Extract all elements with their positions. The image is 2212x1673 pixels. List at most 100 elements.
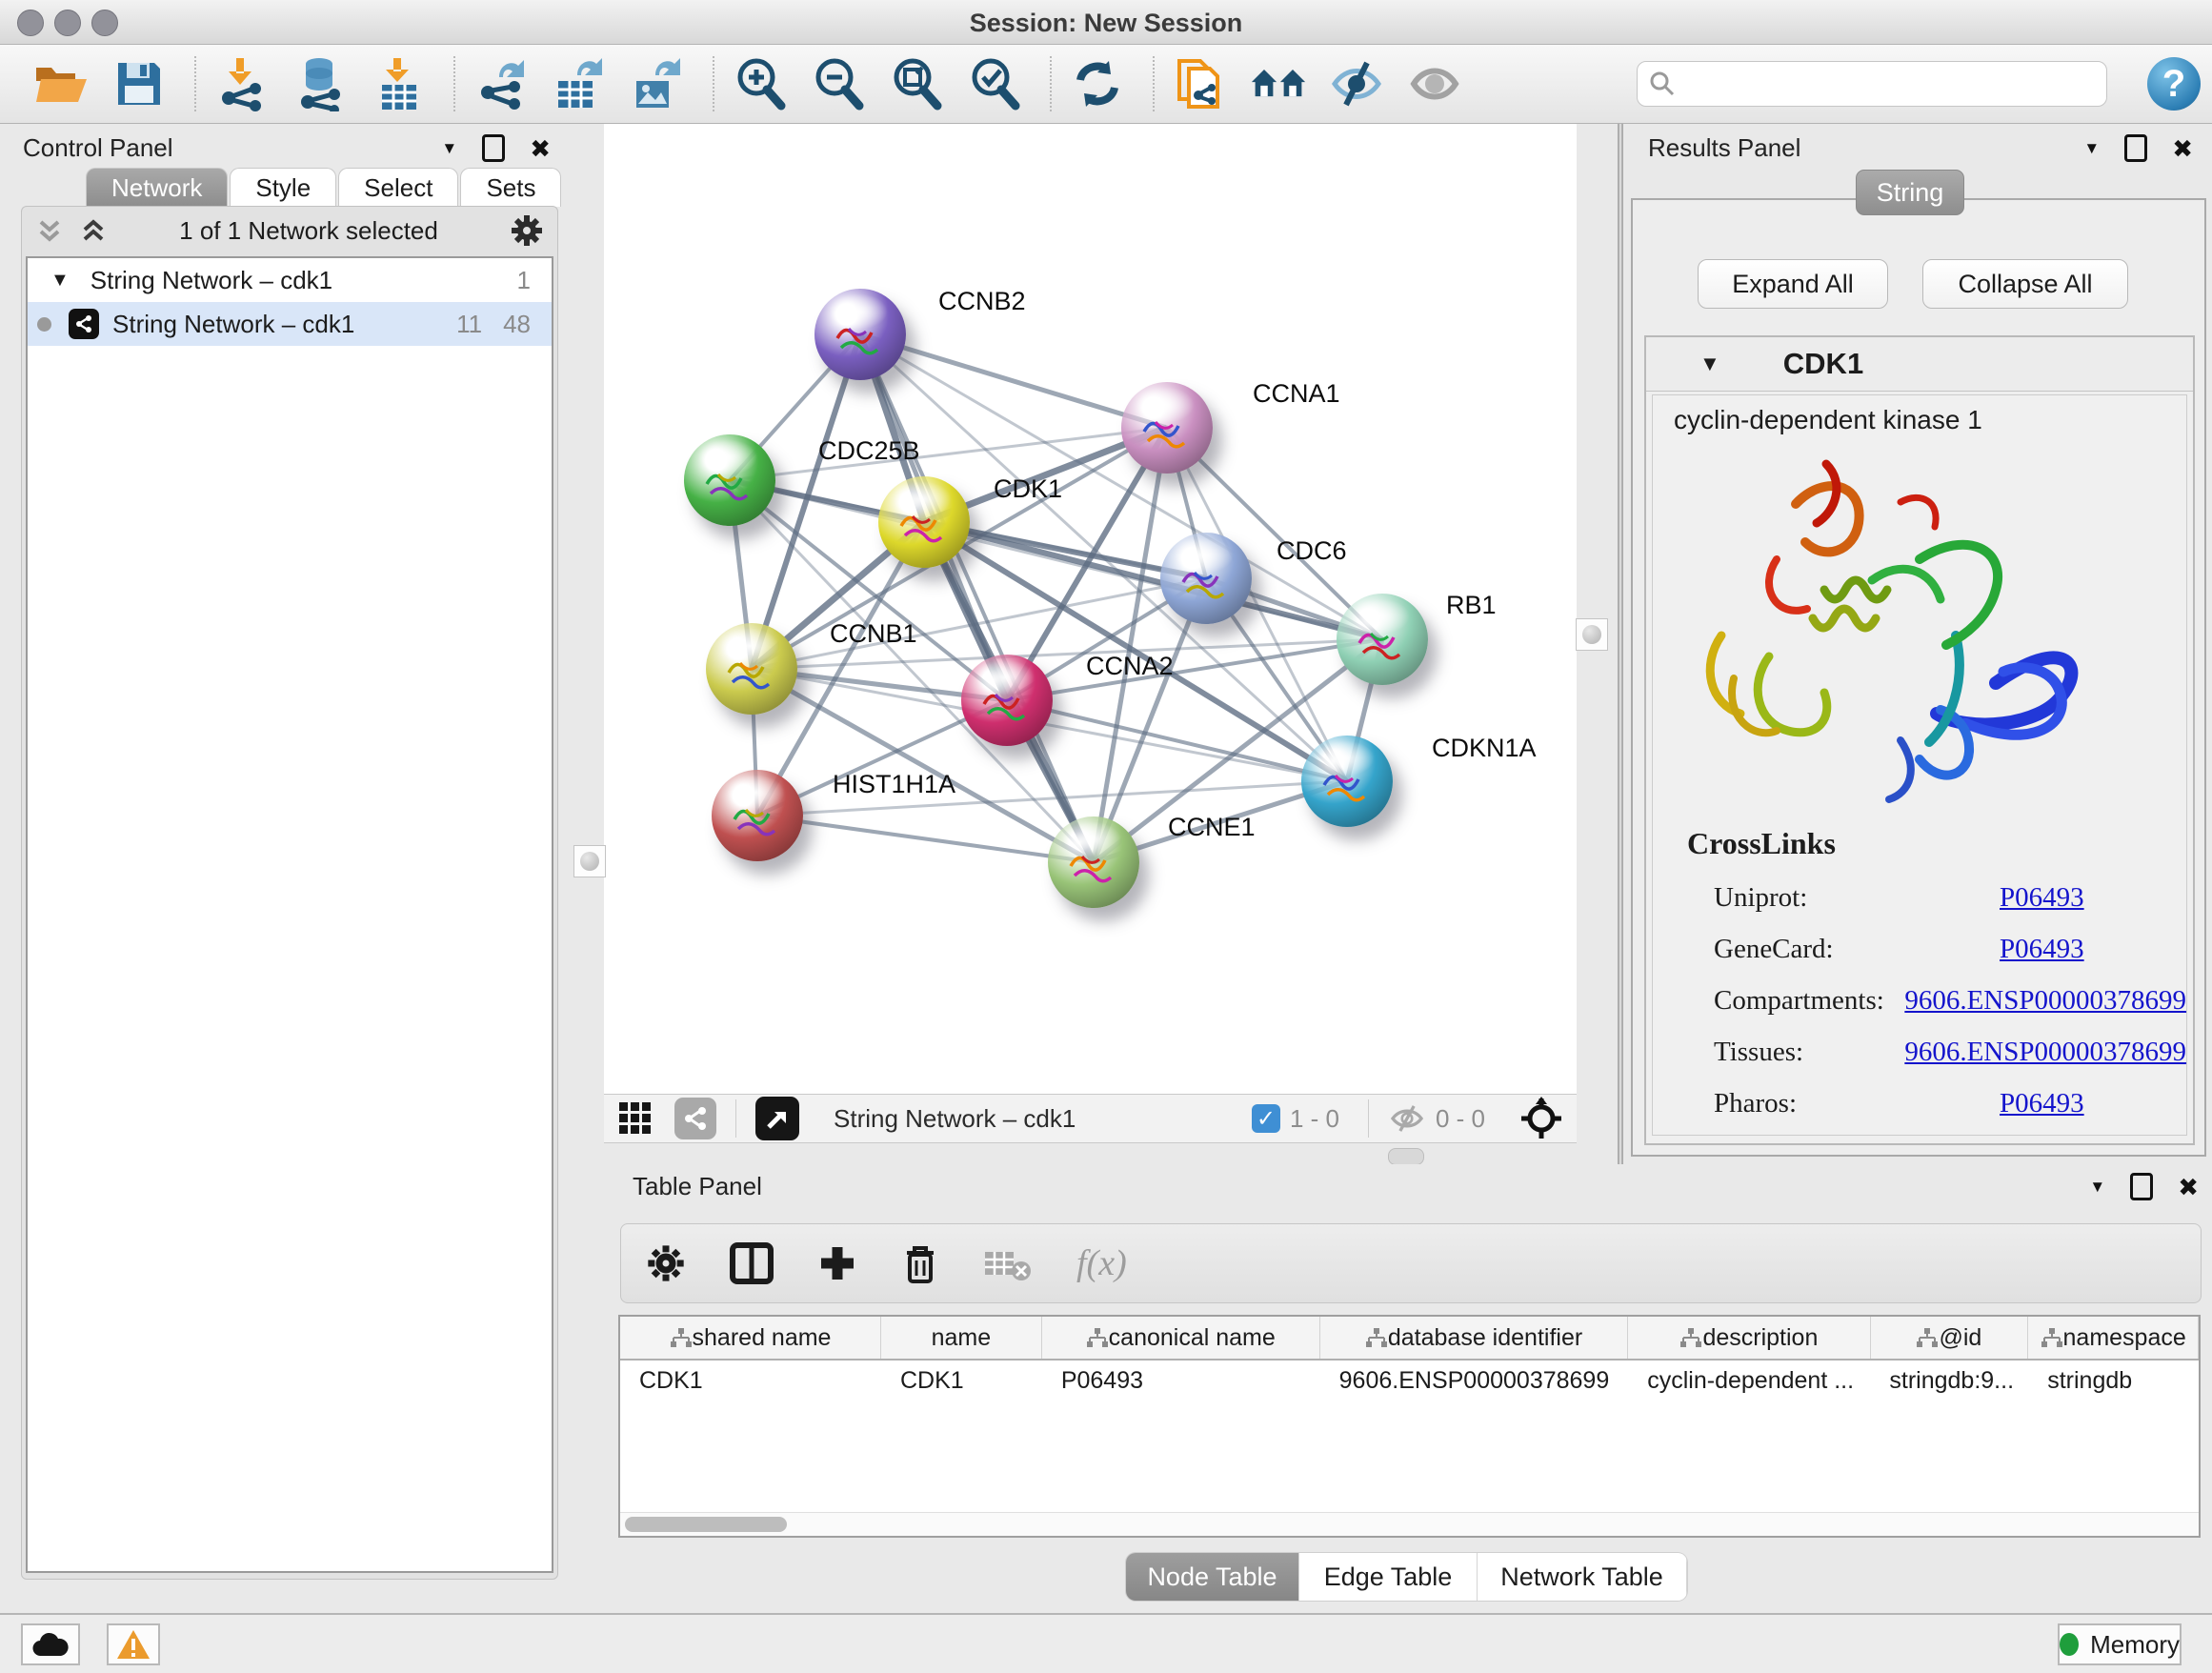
column-header-shared-name[interactable]: shared name bbox=[620, 1317, 881, 1359]
delete-trash-icon[interactable] bbox=[901, 1241, 939, 1285]
open-session-button[interactable] bbox=[32, 55, 90, 112]
show-columns-icon[interactable] bbox=[730, 1242, 774, 1284]
vertical-divider[interactable] bbox=[1618, 124, 1623, 1164]
birds-eye-view-button[interactable] bbox=[755, 1097, 799, 1140]
zoom-out-button[interactable] bbox=[810, 55, 867, 112]
panel-menu-icon[interactable]: ▼ bbox=[441, 139, 457, 158]
crosslink-link[interactable]: P06493 bbox=[2000, 1088, 2084, 1119]
table-horizontal-scrollbar[interactable] bbox=[620, 1512, 2199, 1536]
panel-menu-icon[interactable]: ▼ bbox=[2083, 139, 2100, 158]
table-cell[interactable]: CDK1 bbox=[620, 1361, 881, 1401]
export-image-button[interactable] bbox=[629, 55, 686, 112]
collapse-all-button[interactable]: Collapse All bbox=[1922, 259, 2128, 309]
refresh-button[interactable] bbox=[1069, 55, 1126, 112]
houses-button[interactable] bbox=[1250, 55, 1307, 112]
collapse-all-icon[interactable] bbox=[35, 216, 64, 245]
collapse-triangle-icon[interactable]: ▼ bbox=[50, 270, 70, 292]
node-table[interactable]: shared namenamecanonical namedatabase id… bbox=[618, 1315, 2201, 1538]
left-splitter-knob[interactable] bbox=[573, 845, 606, 877]
float-panel-icon[interactable] bbox=[482, 134, 505, 162]
export-network-button[interactable] bbox=[473, 55, 530, 112]
close-panel-icon[interactable]: ✖ bbox=[2178, 1175, 2199, 1199]
gear-icon[interactable] bbox=[510, 213, 544, 248]
tab-string[interactable]: String bbox=[1856, 170, 1964, 215]
save-session-button[interactable] bbox=[111, 55, 168, 112]
import-table-button[interactable] bbox=[370, 55, 427, 112]
protein-section-header[interactable]: ▼ CDK1 bbox=[1646, 337, 2193, 392]
expand-all-button[interactable]: Expand All bbox=[1698, 259, 1888, 309]
crosslink-link[interactable]: P06493 bbox=[2000, 934, 2084, 965]
crosslink-label: Uniprot: bbox=[1714, 882, 2000, 914]
network-node-cdc25b[interactable] bbox=[684, 434, 775, 526]
close-panel-icon[interactable]: ✖ bbox=[2172, 136, 2193, 161]
network-node-rb1[interactable] bbox=[1337, 594, 1428, 685]
import-network-database-button[interactable] bbox=[292, 55, 349, 112]
table-row[interactable]: CDK1CDK1P064939606.ENSP00000378699cyclin… bbox=[620, 1361, 2199, 1401]
network-node-cdc6[interactable] bbox=[1160, 533, 1252, 624]
close-panel-icon[interactable]: ✖ bbox=[530, 136, 551, 161]
tab-sets[interactable]: Sets bbox=[460, 168, 561, 207]
network-canvas[interactable]: CCNB2CCNA1CDC25BCDK1CDC6RB1CCNB1CCNA2CDK… bbox=[604, 124, 1577, 1094]
network-node-ccnb1[interactable] bbox=[706, 623, 797, 715]
column-header-canonical-name[interactable]: canonical name bbox=[1042, 1317, 1320, 1359]
table-cell[interactable]: cyclin-dependent ... bbox=[1628, 1361, 1870, 1401]
column-header-name[interactable]: name bbox=[881, 1317, 1042, 1359]
cloud-button[interactable] bbox=[21, 1623, 80, 1665]
table-cell[interactable]: 9606.ENSP00000378699 bbox=[1320, 1361, 1629, 1401]
memory-button[interactable]: Memory bbox=[2058, 1623, 2182, 1665]
float-panel-icon[interactable] bbox=[2124, 134, 2147, 162]
export-table-button[interactable] bbox=[551, 55, 608, 112]
collapse-triangle-icon[interactable]: ▼ bbox=[1699, 352, 1720, 376]
tab-node-table[interactable]: Node Table bbox=[1126, 1553, 1299, 1601]
add-icon[interactable] bbox=[817, 1243, 857, 1283]
selected-checkbox-icon[interactable]: ✓ bbox=[1252, 1104, 1280, 1133]
column-header-database-identifier[interactable]: database identifier bbox=[1320, 1317, 1629, 1359]
expand-all-icon[interactable] bbox=[79, 216, 108, 245]
show-all-button[interactable] bbox=[1406, 55, 1463, 112]
hide-selected-button[interactable] bbox=[1328, 55, 1385, 112]
crosslink-link[interactable]: 9606.ENSP00000378699 bbox=[1904, 985, 2186, 1017]
right-splitter-knob[interactable] bbox=[1576, 618, 1608, 651]
float-panel-icon[interactable] bbox=[2130, 1173, 2153, 1200]
network-node-ccne1[interactable] bbox=[1048, 816, 1139, 908]
share-view-icon[interactable] bbox=[674, 1098, 716, 1139]
table-cell[interactable]: stringdb bbox=[2028, 1361, 2199, 1401]
network-node-ccnb2[interactable] bbox=[814, 289, 906, 380]
tab-select[interactable]: Select bbox=[338, 168, 458, 207]
network-node-ccna1[interactable] bbox=[1121, 382, 1213, 474]
import-network-file-button[interactable] bbox=[213, 55, 271, 112]
horizontal-splitter-knob[interactable] bbox=[1388, 1148, 1424, 1165]
network-node-hist1h1a[interactable] bbox=[712, 770, 803, 861]
zoom-fit-button[interactable] bbox=[888, 55, 945, 112]
first-neighbors-button[interactable] bbox=[1172, 55, 1229, 112]
panel-menu-icon[interactable]: ▼ bbox=[2089, 1178, 2105, 1197]
tab-edge-table[interactable]: Edge Table bbox=[1299, 1553, 1478, 1601]
tab-style[interactable]: Style bbox=[230, 168, 336, 207]
zoom-selected-button[interactable] bbox=[966, 55, 1023, 112]
crosslink-link[interactable]: 9606.ENSP00000378699 bbox=[1904, 1037, 2186, 1068]
crosslink-row: Tissues:9606.ENSP00000378699 bbox=[1653, 1026, 2186, 1078]
crosshair-icon[interactable] bbox=[1519, 1097, 1563, 1140]
tab-network-table[interactable]: Network Table bbox=[1478, 1553, 1687, 1601]
column-header-namespace[interactable]: namespace bbox=[2028, 1317, 2199, 1359]
search-input[interactable] bbox=[1676, 70, 2106, 99]
table-cell[interactable]: stringdb:9... bbox=[1870, 1361, 2028, 1401]
table-settings-gear-icon[interactable] bbox=[646, 1243, 686, 1283]
crosslink-link[interactable]: P06493 bbox=[2000, 882, 2084, 914]
network-node-cdk1[interactable] bbox=[878, 476, 970, 568]
scrollbar-thumb[interactable] bbox=[625, 1517, 787, 1532]
grid-view-icon[interactable] bbox=[617, 1100, 654, 1137]
network-row[interactable]: String Network – cdk1 11 48 bbox=[28, 302, 552, 346]
toolbar-search[interactable] bbox=[1637, 61, 2107, 107]
network-collection-row[interactable]: ▼ String Network – cdk1 1 bbox=[28, 258, 552, 302]
network-node-cdkn1a[interactable] bbox=[1301, 736, 1393, 827]
table-cell[interactable]: P06493 bbox=[1042, 1361, 1320, 1401]
network-node-ccna2[interactable] bbox=[961, 655, 1053, 746]
column-header-description[interactable]: description bbox=[1628, 1317, 1870, 1359]
table-cell[interactable]: CDK1 bbox=[881, 1361, 1042, 1401]
help-button[interactable]: ? bbox=[2147, 57, 2201, 111]
zoom-in-button[interactable] bbox=[732, 55, 789, 112]
tab-network[interactable]: Network bbox=[86, 168, 228, 207]
warnings-button[interactable] bbox=[107, 1623, 160, 1665]
column-header--id[interactable]: @id bbox=[1871, 1317, 2029, 1359]
